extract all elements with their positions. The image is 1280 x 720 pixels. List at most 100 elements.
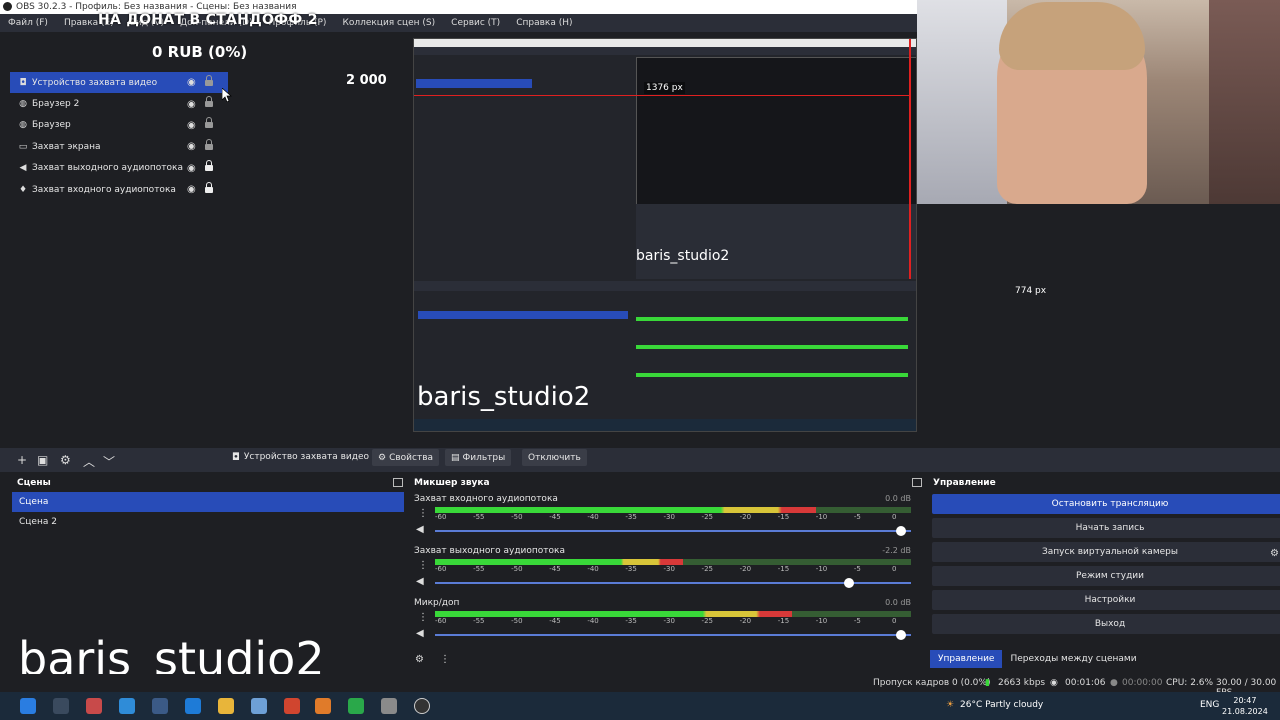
exit-button[interactable]: Выход [932, 614, 1280, 634]
filters-button[interactable]: ▤ Фильтры [445, 449, 512, 466]
folder-icon[interactable] [218, 698, 234, 714]
start-recording-button[interactable]: Начать запись [932, 518, 1280, 538]
lock-icon[interactable] [205, 117, 213, 129]
tab-transitions[interactable]: Переходы между сценами [1002, 650, 1144, 668]
mail-icon[interactable] [185, 698, 201, 714]
visibility-eye-icon[interactable]: ◉ [187, 77, 196, 88]
source-item[interactable]: ◍ Браузер 2 ◉ [10, 93, 228, 114]
stop-streaming-button[interactable]: Остановить трансляцию [932, 494, 1280, 514]
monitor-icon: ▭ [18, 141, 28, 152]
window-title: OBS 30.2.3 - Профиль: Без названия - Сце… [16, 2, 297, 12]
scale-tick-label: -35 [625, 513, 637, 521]
edge-icon[interactable] [119, 698, 135, 714]
source-label: Захват входного аудиопотока [32, 184, 176, 195]
scale-tick-label: -10 [815, 617, 828, 625]
source-item[interactable]: ◍ Браузер ◉ [10, 115, 228, 136]
scale-tick-label: -20 [739, 565, 752, 573]
scale-tick-label: -35 [625, 565, 637, 573]
remove-source-icon[interactable]: ▣ [37, 453, 48, 467]
webcam-feed [917, 0, 1280, 204]
virtual-camera-gear-icon[interactable]: ⚙ [1270, 548, 1279, 559]
source-label: Браузер [32, 120, 71, 131]
scale-tick-label: -10 [815, 565, 828, 573]
weather[interactable]: 26°C Partly cloudy [960, 700, 1043, 710]
channel-menu-icon[interactable]: ⋮ [418, 508, 428, 519]
source-item[interactable]: ♦ Захват входного аудиопотока ◉ [10, 179, 228, 200]
scale-tick-label: 0 [891, 513, 897, 521]
powerpoint-icon[interactable] [284, 698, 300, 714]
visibility-eye-icon[interactable]: ◉ [187, 163, 196, 174]
donation-progress: 0 RUB (0%) [152, 43, 248, 61]
channel-menu-icon[interactable]: ⋮ [418, 560, 428, 571]
windows-start-icon[interactable] [20, 698, 36, 714]
volume-slider[interactable] [435, 578, 911, 588]
start-virtual-camera-button[interactable]: Запуск виртуальной камеры [932, 542, 1280, 562]
speaker-icon[interactable]: ◀ [416, 576, 424, 587]
speaker-icon[interactable]: ◀ [416, 628, 424, 639]
language[interactable]: ENG [1200, 700, 1219, 710]
visibility-eye-icon[interactable]: ◉ [187, 99, 196, 110]
studio-mode-button[interactable]: Режим студии [932, 566, 1280, 586]
menu-tools[interactable]: Сервис (T) [443, 18, 508, 28]
scale-tick-label: -25 [701, 513, 713, 521]
menu-scene-collection[interactable]: Коллекция сцен (S) [334, 18, 443, 28]
channel-db: -2.2 dB [882, 546, 911, 555]
visibility-eye-icon[interactable]: ◉ [187, 141, 196, 152]
lock-icon[interactable] [205, 96, 213, 108]
deactivate-button[interactable]: Отключить [522, 449, 587, 466]
obs-taskbar-icon[interactable] [414, 698, 430, 714]
scale-tick-label: -50 [511, 565, 523, 573]
scene-item[interactable]: Сцена 2 [12, 512, 404, 532]
dock-tabs: Управление Переходы между сценами [930, 650, 1145, 668]
undock-icon[interactable] [912, 478, 922, 487]
volume-slider[interactable] [435, 526, 911, 536]
system-clock[interactable]: 20:47 21.08.2024 [1222, 695, 1268, 717]
move-up-chevron-icon[interactable]: ︿ [83, 453, 95, 470]
mixer-menu-icon[interactable]: ⋮ [440, 654, 450, 665]
camera-icon: ◘ [232, 451, 240, 463]
source-item[interactable]: ◘ Устройство захвата видео ◉ [10, 72, 228, 94]
visibility-eye-icon[interactable]: ◉ [187, 184, 196, 195]
store-icon[interactable] [152, 698, 168, 714]
app-icon[interactable] [381, 698, 397, 714]
source-item[interactable]: ◀ Захват выходного аудиопотока ◉ [10, 158, 228, 179]
speaker-icon[interactable]: ◀ [416, 524, 424, 535]
meter-scale: -60 -55 -50 -45 -40 -35 -30 -25 -20 -15 -10 -5 0 [435, 617, 911, 627]
move-down-chevron-icon[interactable]: ﹀ [103, 453, 115, 470]
task-view-icon[interactable] [53, 698, 69, 714]
source-item[interactable]: ▭ Захват экрана ◉ [10, 136, 228, 157]
lock-icon[interactable] [205, 138, 213, 151]
settings-button[interactable]: Настройки [932, 590, 1280, 610]
channel-menu-icon[interactable]: ⋮ [418, 612, 428, 623]
app-icon[interactable] [315, 698, 331, 714]
mic-icon: ♦ [18, 184, 28, 195]
lock-icon[interactable] [205, 160, 213, 172]
menu-file[interactable]: Файл (F) [0, 18, 56, 28]
source-label: Браузер 2 [32, 99, 80, 110]
volume-slider[interactable] [435, 630, 911, 640]
app-icon[interactable] [251, 698, 267, 714]
scale-tick-label: -5 [853, 617, 861, 625]
scene-item[interactable]: Сцена [12, 492, 404, 512]
mixer-settings-gear-icon[interactable]: ⚙ [415, 654, 424, 665]
lock-icon[interactable] [205, 181, 213, 194]
source-settings-gear-icon[interactable]: ⚙ [60, 453, 71, 467]
app-icon[interactable] [86, 698, 102, 714]
scale-tick-label: -45 [549, 617, 561, 625]
undock-icon[interactable] [393, 478, 403, 487]
scale-tick-label: -30 [663, 513, 675, 521]
stream-time: 00:01:06 [1065, 678, 1106, 688]
context-source: ◘ Устройство захвата видео [228, 448, 369, 466]
nested-screen-capture [413, 38, 917, 432]
add-source-icon[interactable]: + [17, 453, 27, 467]
channel-name: Захват входного аудиопотока [414, 494, 558, 504]
meter-scale: -60 -55 -50 -45 -40 -35 -30 -25 -20 -15 -10 -5 0 [435, 513, 911, 523]
channel-db: 0.0 dB [885, 598, 911, 607]
menu-help[interactable]: Справка (H) [508, 18, 580, 28]
visibility-eye-icon[interactable]: ◉ [187, 120, 196, 131]
tab-controls[interactable]: Управление [930, 650, 1003, 668]
properties-button[interactable]: ⚙ Свойства [372, 449, 440, 466]
lock-icon[interactable] [205, 74, 213, 87]
chrome-icon[interactable] [348, 698, 364, 714]
scale-tick-label: 0 [891, 565, 897, 573]
